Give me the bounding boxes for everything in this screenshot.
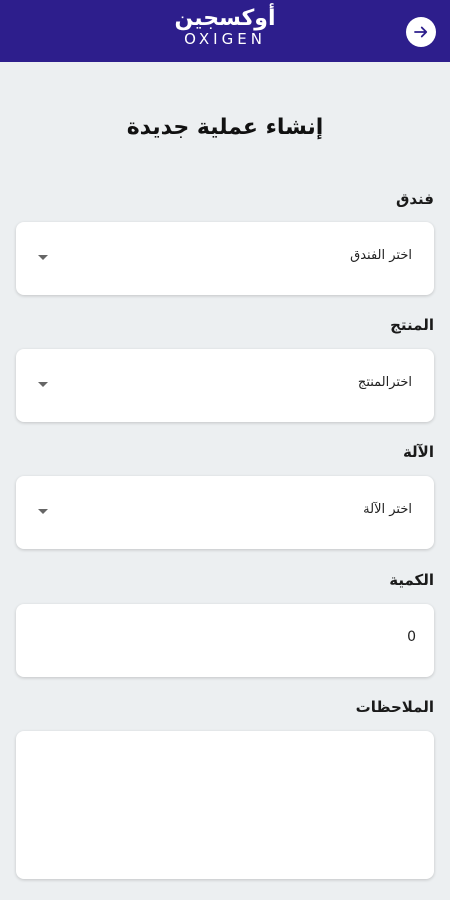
app-header: أوكسجين OXIGEN xyxy=(0,0,450,62)
app-logo: أوكسجين OXIGEN xyxy=(0,6,450,48)
chevron-down-icon xyxy=(38,255,48,260)
chevron-down-icon xyxy=(38,382,48,387)
quantity-input[interactable] xyxy=(34,628,418,646)
arrow-right-icon xyxy=(414,26,428,38)
logo-arabic: أوكسجين xyxy=(174,6,276,31)
back-button[interactable] xyxy=(406,17,436,47)
hotel-select[interactable]: اختر الفندق xyxy=(16,222,434,295)
product-label: المنتج xyxy=(390,316,434,334)
hotel-select-value: اختر الفندق xyxy=(350,248,412,263)
product-select-value: اخترالمنتج xyxy=(357,375,412,390)
notes-input[interactable] xyxy=(26,741,428,873)
product-select[interactable]: اخترالمنتج xyxy=(16,349,434,422)
machine-label: الآلة xyxy=(402,443,434,461)
quantity-label: الكمية xyxy=(389,571,434,589)
machine-select[interactable]: اختر الآلة xyxy=(16,476,434,549)
chevron-down-icon xyxy=(38,509,48,514)
quantity-card xyxy=(16,604,434,677)
page-title: إنشاء عملية جديدة xyxy=(126,115,324,140)
logo-english: OXIGEN xyxy=(184,30,266,48)
hotel-label: فندق xyxy=(395,190,434,208)
notes-card xyxy=(16,731,434,879)
notes-label: الملاحظات xyxy=(355,698,434,716)
machine-select-value: اختر الآلة xyxy=(363,502,412,517)
